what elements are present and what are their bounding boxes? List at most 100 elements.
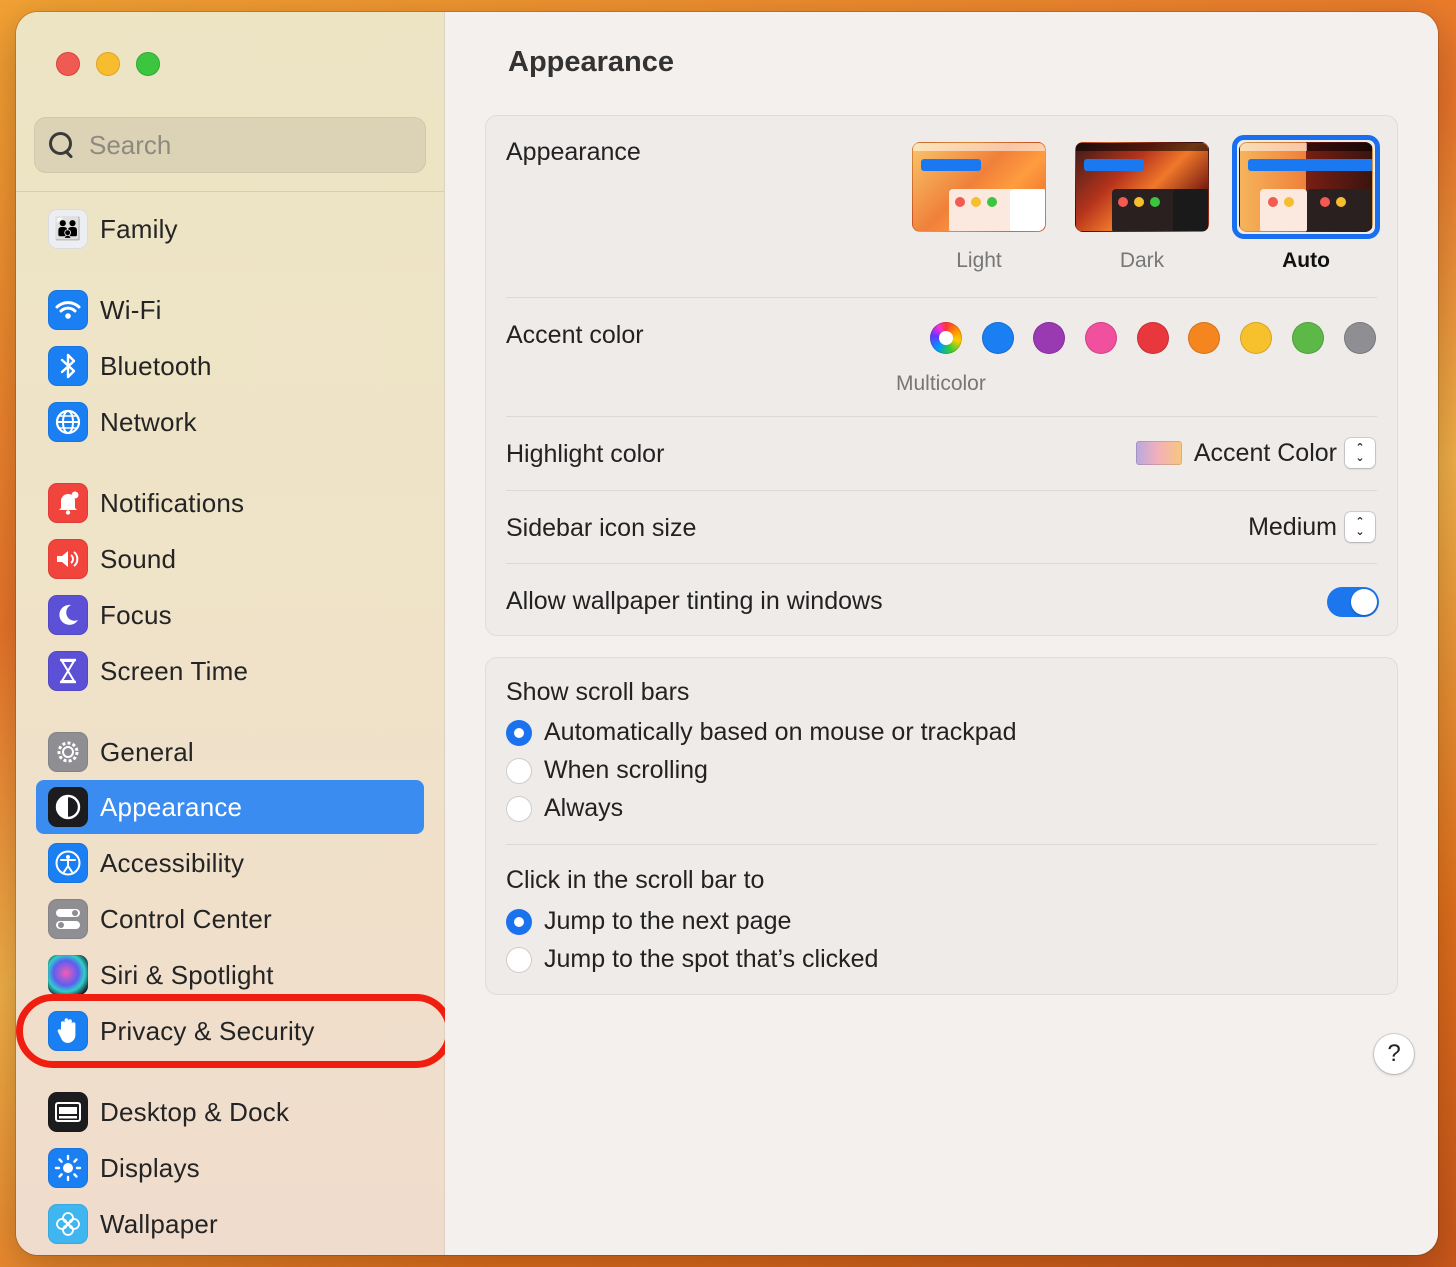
radio-button[interactable] [506,946,532,973]
search-field[interactable] [34,117,426,173]
sidebar-item-control-center[interactable]: Control Center [36,892,424,946]
sound-icon [48,539,88,579]
accent-graphite-swatch[interactable] [1344,322,1376,354]
gear-icon [48,732,88,772]
radio-label: Jump to the next page [544,907,792,935]
row-separator [506,416,1377,417]
sidebar-item-label: Siri & Spotlight [100,959,274,990]
scroll-settings-group: Show scroll bars Automatically based on … [485,657,1398,995]
wifi-icon [48,290,88,330]
radio-button[interactable] [506,795,532,822]
sidebar-item-screen-time[interactable]: Screen Time [36,644,424,698]
radio-scroll-when-scrolling[interactable]: When scrolling [506,756,708,785]
wallpaper-tinting-label: Allow wallpaper tinting in windows [506,587,883,615]
radio-button[interactable] [506,757,532,784]
sidebar-item-label: Bluetooth [100,350,212,381]
highlight-color-value: Accent Color [1193,438,1337,467]
accent-caption: Multicolor [896,372,986,395]
sidebar-item-label: Wallpaper [100,1208,218,1239]
accessibility-icon [48,843,88,883]
sidebar-item-notifications[interactable]: Notifications [36,476,424,530]
sidebar-item-displays[interactable]: Displays [36,1141,424,1195]
row-separator [506,297,1377,298]
radio-scroll-automatic[interactable]: Automatically based on mouse or trackpad [506,718,1016,747]
show-scroll-bars-label: Show scroll bars [506,678,690,706]
highlight-color-label: Highlight color [506,440,665,468]
sidebar-item-network[interactable]: Network [36,395,424,449]
sidebar-item-label: Focus [100,599,172,630]
sidebar-item-wifi[interactable]: Wi-Fi [36,283,424,337]
focus-icon [48,595,88,635]
system-settings-window: 👪 Family Wi-Fi Bluetooth Network [16,12,1438,1255]
sidebar-item-accessibility[interactable]: Accessibility [36,836,424,890]
row-separator [506,563,1377,564]
radio-label: Jump to the spot that’s clicked [544,945,879,973]
click-scroll-bar-label: Click in the scroll bar to [506,866,765,894]
sidebar-item-wallpaper[interactable]: Wallpaper [36,1197,424,1251]
page-title: Appearance [508,46,675,78]
sidebar-item-label: Notifications [100,487,245,518]
auto-option-label: Auto [1282,249,1330,272]
radio-scroll-always[interactable]: Always [506,794,623,823]
appearance-light-option[interactable] [912,142,1046,232]
close-button[interactable] [56,52,80,76]
sidebar-item-label: Network [100,406,197,437]
minimize-button[interactable] [96,52,120,76]
sidebar-item-general[interactable]: General [36,725,424,779]
radio-button[interactable] [506,908,532,935]
sidebar-icon-size-value: Medium [1248,512,1337,541]
network-icon [48,402,88,442]
appearance-label: Appearance [506,138,641,166]
radio-label: Automatically based on mouse or trackpad [544,718,1017,746]
sidebar-item-family[interactable]: 👪 Family [36,202,424,256]
appearance-auto-option[interactable] [1239,142,1373,232]
accent-red-swatch[interactable] [1137,322,1169,354]
radio-jump-to-spot[interactable]: Jump to the spot that’s clicked [506,945,878,974]
radio-button[interactable] [506,719,532,746]
desktop-dock-icon [48,1092,88,1132]
sidebar-item-label: Displays [100,1152,200,1183]
wallpaper-icon [48,1204,88,1244]
sidebar-item-desktop-dock[interactable]: Desktop & Dock [36,1085,424,1139]
sidebar-item-label: General [100,736,194,767]
accent-green-swatch[interactable] [1292,322,1324,354]
family-icon: 👪 [48,209,88,249]
notifications-icon [48,483,88,523]
sidebar-item-focus[interactable]: Focus [36,588,424,642]
chevron-updown-icon: ⌃ ⌄ [1345,438,1375,468]
radio-label: Always [544,794,624,822]
accent-color-label: Accent color [506,321,644,349]
sidebar-icon-size-popup[interactable]: Medium ⌃ ⌄ [1248,512,1375,542]
help-button[interactable]: ? [1374,1034,1414,1074]
sidebar-item-appearance[interactable]: Appearance [36,780,424,834]
sidebar-item-label: Sound [100,543,177,574]
siri-icon [48,955,88,995]
sidebar-item-sound[interactable]: Sound [36,532,424,586]
zoom-button[interactable] [136,52,160,76]
sidebar-item-bluetooth[interactable]: Bluetooth [36,339,424,393]
appearance-icon [48,787,88,827]
control-center-icon [48,899,88,939]
sidebar-item-label: Family [100,213,178,244]
accent-yellow-swatch[interactable] [1240,322,1272,354]
accent-orange-swatch[interactable] [1188,322,1220,354]
accent-blue-swatch[interactable] [982,322,1014,354]
highlight-color-popup[interactable]: Accent Color ⌃ ⌄ [1135,438,1375,468]
sidebar-item-label: Appearance [100,791,243,822]
appearance-dark-option[interactable] [1075,142,1209,232]
bluetooth-icon [48,346,88,386]
sidebar-item-label: Accessibility [100,847,245,878]
wallpaper-tinting-toggle[interactable] [1327,587,1379,617]
sidebar-item-label: Wi-Fi [100,294,162,325]
accent-multicolor-swatch[interactable] [930,322,962,354]
accent-purple-swatch[interactable] [1033,322,1065,354]
sidebar-icon-size-label: Sidebar icon size [506,514,697,542]
light-option-label: Light [956,249,1002,272]
displays-icon [48,1148,88,1188]
search-icon [49,132,75,158]
radio-jump-next-page[interactable]: Jump to the next page [506,907,791,936]
accent-pink-swatch[interactable] [1085,322,1117,354]
window-controls [56,52,160,76]
search-input[interactable] [89,129,389,161]
main-pane: Appearance Appearance Light Dark Auto Ac… [445,12,1438,1255]
